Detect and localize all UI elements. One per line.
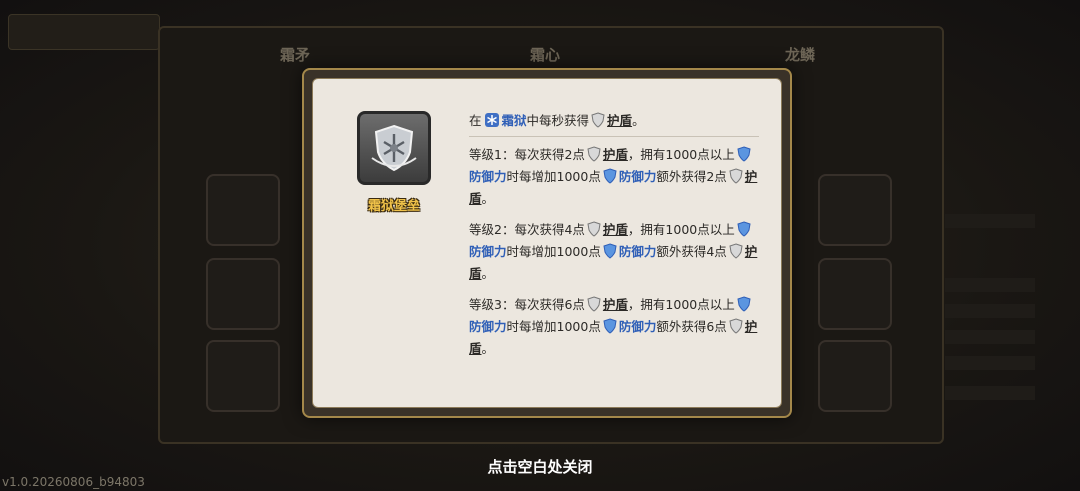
level-1-description: 等级1：每次获得2点 护盾，拥有1000点以上防御力时每增加1000点 防御力额外获… xyxy=(469,145,759,208)
stat-row xyxy=(945,356,1035,370)
defense-keyword: 防御力 xyxy=(618,169,657,184)
stat-row xyxy=(945,214,1035,228)
level-3-description: 等级3：每次获得6点 护盾，拥有1000点以上防御力时每增加1000点 防御力额外获… xyxy=(469,295,759,358)
level-end: 。 xyxy=(481,191,495,206)
stat-row xyxy=(945,330,1035,344)
defense-keyword: 防御力 xyxy=(469,319,507,334)
silver-shield-icon xyxy=(587,296,601,317)
skill-slot[interactable] xyxy=(206,258,280,330)
level-text: 额外获得4点 xyxy=(656,244,727,259)
level-text: 额外获得6点 xyxy=(656,319,727,334)
level-text: ，拥有1000点以上 xyxy=(627,147,735,162)
skill-detail-modal: 霜狱堡垒 在霜狱中每秒获得 护盾。 等级1：每次获得2点 护盾，拥有1000点以上防… xyxy=(302,68,792,418)
skill-slot[interactable] xyxy=(206,340,280,412)
level-end: 。 xyxy=(481,341,495,356)
level-text: ，拥有1000点以上 xyxy=(627,222,735,237)
level-text: ，拥有1000点以上 xyxy=(627,297,735,312)
level-text: 时每增加1000点 xyxy=(506,319,601,334)
frost-snowflake-icon xyxy=(484,112,500,133)
silver-shield-icon xyxy=(729,318,743,339)
defense-keyword: 防御力 xyxy=(469,169,507,184)
level-text: 每次获得4点 xyxy=(514,222,585,237)
level-label: 等级2： xyxy=(469,222,515,237)
shield-keyword: 护盾 xyxy=(602,222,628,237)
skill-slot[interactable] xyxy=(818,340,892,412)
level-text: 额外获得2点 xyxy=(656,169,727,184)
skill-description: 在霜狱中每秒获得 护盾。 等级1：每次获得2点 护盾，拥有1000点以上防御力时每增… xyxy=(469,111,759,370)
stat-row xyxy=(945,278,1035,292)
shield-keyword: 护盾 xyxy=(602,147,628,162)
blue-shield-icon xyxy=(737,146,751,167)
skill-icon-frame xyxy=(357,111,431,185)
stat-row xyxy=(945,386,1035,400)
close-hint[interactable]: 点击空白处关闭 xyxy=(0,456,1080,477)
silver-shield-icon xyxy=(591,112,605,133)
description-header: 在 霜狱中每秒获得 护盾。 xyxy=(469,111,759,137)
head-middle: 中每秒获得 xyxy=(526,113,590,128)
tab-frost-heart[interactable]: 霜心 xyxy=(530,44,560,65)
shield-keyword: 护盾 xyxy=(607,113,633,128)
silver-shield-icon xyxy=(587,221,601,242)
skill-slot[interactable] xyxy=(818,174,892,246)
defense-keyword: 防御力 xyxy=(469,244,507,259)
frost-zone-keyword: 霜狱 xyxy=(501,113,527,128)
level-label: 等级3： xyxy=(469,297,515,312)
level-text: 时每增加1000点 xyxy=(506,244,601,259)
blue-shield-icon xyxy=(603,168,617,189)
silver-shield-icon xyxy=(729,243,743,264)
shield-keyword: 护盾 xyxy=(602,297,628,312)
silver-shield-icon xyxy=(729,168,743,189)
level-2-description: 等级2：每次获得4点 护盾，拥有1000点以上防御力时每增加1000点 防御力额外获… xyxy=(469,220,759,283)
level-text: 每次获得6点 xyxy=(514,297,585,312)
blue-shield-icon xyxy=(737,296,751,317)
head-suffix: 。 xyxy=(632,113,645,128)
skill-slot[interactable] xyxy=(818,258,892,330)
blue-shield-icon xyxy=(603,243,617,264)
silver-shield-icon xyxy=(587,146,601,167)
defense-keyword: 防御力 xyxy=(618,244,657,259)
blue-shield-icon xyxy=(603,318,617,339)
head-prefix: 在 xyxy=(469,113,482,128)
defense-keyword: 防御力 xyxy=(618,319,657,334)
skill-name: 霜狱堡垒 xyxy=(367,199,420,214)
level-label: 等级1： xyxy=(469,147,515,162)
version-label: v1.0.20260806_b94803 xyxy=(2,475,145,489)
level-text: 每次获得2点 xyxy=(514,147,585,162)
level-text: 时每增加1000点 xyxy=(506,169,601,184)
level-end: 。 xyxy=(481,266,495,281)
back-button[interactable] xyxy=(8,14,160,50)
frost-shield-icon xyxy=(371,124,417,172)
modal-body: 霜狱堡垒 在霜狱中每秒获得 护盾。 等级1：每次获得2点 护盾，拥有1000点以上防… xyxy=(312,78,782,408)
stat-row xyxy=(945,304,1035,318)
tab-dragon-scale[interactable]: 龙鳞 xyxy=(785,44,815,65)
blue-shield-icon xyxy=(737,221,751,242)
skill-slot[interactable] xyxy=(206,174,280,246)
tab-frost-spear[interactable]: 霜矛 xyxy=(280,44,310,65)
